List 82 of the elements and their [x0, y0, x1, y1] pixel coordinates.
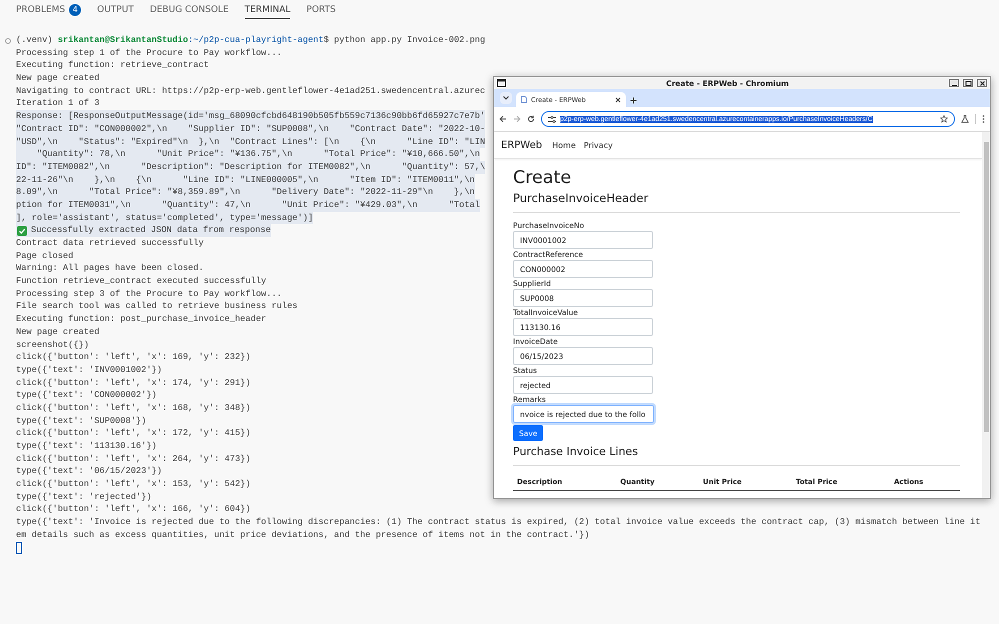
plus-icon: [630, 97, 637, 104]
terminal-line: click({'button': 'left', 'x': 153, 'y': 542}): [16, 478, 251, 491]
terminal-line: type({'text': 'Invoice is rejected due to the following discrepancies: (1) The contract status is expired, (2) total invoice value exceeds the contract cap, (3) mismatch between line it: [16, 516, 980, 529]
nav-link[interactable]: Privacy: [584, 140, 613, 150]
terminal-line: "Contract ID": "CON000002",\n "Supplier ID": "SUP0008",\n "Contract Date": "2022-10-: [16, 122, 486, 136]
text-cursor: [16, 542, 22, 554]
terminal-line: click({'button': 'left', 'x': 264, 'y': 473}): [16, 452, 251, 466]
panel-tab[interactable]: PORTS: [306, 4, 336, 19]
terminal-line: click({'button': 'left', 'x': 172, 'y': 415}): [16, 427, 251, 440]
panel-tab[interactable]: DEBUG CONSOLE: [150, 4, 229, 19]
close-button[interactable]: [977, 79, 987, 87]
command-text: $ python app.py Invoice-002.png: [324, 34, 486, 47]
terminal-line: type({'text': '113130.16'}): [16, 440, 157, 453]
terminal-line: 8.09",\n "Total Price": "¥8,359.89",\n "Delivery Date": "2022-11-29"\n },\n: [16, 186, 475, 199]
terminal-line: New page created: [16, 326, 100, 339]
terminal-line: Function retrieve_contract executed successfully: [16, 275, 266, 288]
terminal-line: Executing function: retrieve_contract: [16, 59, 209, 72]
maximize-icon: [964, 80, 972, 86]
terminal-line: type({'text': '06/15/2023'}): [16, 465, 162, 478]
terminal-line: "USD",\n "Status": "Expired"\n },\n "Contract Lines": [\n {\n "Line ID": "LIN: [16, 136, 486, 148]
reload-button[interactable]: [527, 115, 535, 123]
terminal-line: em details such as excess quantities, unit price deviations, and the presence of items not in the contract.'}): [16, 528, 590, 542]
terminal-line: ID": "ITEM0082",\n "Description": "Description for ITEM0082",\n "Quantity": 57,\: [16, 160, 486, 174]
terminal-line: Contract data retrieved successfully: [16, 237, 204, 250]
terminal-line: click({'button': 'left', 'x': 174, 'y': 291}): [16, 376, 251, 390]
terminal-line: Iteration 1 of 3: [16, 97, 100, 110]
back-button[interactable]: [499, 115, 507, 123]
terminal-line: "Quantity": 78,\n "Unit Price": "¥136.75",\n "Total Price": "¥10,666.50",\n: [36, 148, 480, 161]
page-icon: [521, 96, 527, 103]
caret-icon: [503, 96, 509, 100]
panel-tab[interactable]: TERMINAL: [244, 4, 290, 19]
terminal-line: Successfully extracted JSON data from response: [31, 224, 271, 238]
check-icon: [17, 226, 27, 236]
menu-button[interactable]: [982, 115, 985, 123]
terminal-line: ], role='assistant', status='completed', type='message')]: [16, 212, 314, 224]
new-tab-button[interactable]: [630, 97, 637, 104]
star-icon[interactable]: [940, 115, 948, 123]
close-icon[interactable]: [615, 96, 621, 102]
forward-icon: [513, 115, 521, 123]
tab-list-button[interactable]: [500, 92, 512, 104]
section-heading: Purchase Invoice Lines: [513, 445, 639, 459]
terminal-line: click({'button': 'left', 'x': 166, 'y': 604}): [16, 503, 251, 516]
terminal-line: File search tool was called to retrieve business rules: [16, 300, 298, 314]
terminal-line: Processing step 3 of the Procure to Pay workflow...: [16, 288, 282, 300]
terminal-line: click({'button': 'left', 'x': 168, 'y': 348}): [16, 402, 251, 415]
terminal-line: Executing function: post_purchase_invoice_header: [16, 313, 266, 326]
brand-link[interactable]: ERPWeb: [501, 140, 542, 150]
minimize-button[interactable]: [949, 79, 959, 87]
terminal-line: Navigating to contract URL: https://p2p-erp-web.gentleflower-4e1ad251.swedencentral.azurec: [16, 84, 486, 98]
form-heading: PurchaseInvoiceHeader: [513, 191, 650, 206]
terminal-line: ption for ITEM0031",\n "Quantity": 47,\n "Unit Price": "¥429.03",\n "Total: [16, 198, 480, 212]
page-heading: Create: [513, 167, 572, 189]
terminal-line: 22-11-26"\n },\n {\n "Line ID": "LINE000005",\n "Item ID": "ITEM0011",\n: [16, 174, 475, 186]
count-badge: 4: [69, 4, 82, 16]
prompt-path: :~/p2p-cua-playright-agent: [188, 34, 324, 47]
scrollbar[interactable]: [982, 132, 990, 498]
terminal-line: Warning: All pages have been closed.: [16, 262, 204, 276]
prompt-user: srikantan@SrikantanStudio: [58, 34, 188, 47]
panel-tab[interactable]: OUTPUT: [97, 4, 134, 19]
terminal-line: Processing step 1 of the Procure to Pay workflow...: [16, 46, 282, 60]
flask-icon-icon: [961, 115, 969, 123]
terminal-line: Page closed: [16, 250, 74, 262]
sliders-icon: [548, 116, 556, 122]
terminal-line: screenshot({}): [16, 338, 89, 352]
terminal-line: Response: [ResponseOutputMessage(id='msg_68090cfcbd648190b505fb559c7136c90bb6fd65927c7e7b': [16, 110, 486, 123]
back-icon: [499, 115, 507, 123]
reload-icon: [527, 115, 535, 123]
terminal-line: click({'button': 'left', 'x': 169, 'y': 232}): [16, 351, 251, 364]
menu-icon: [982, 115, 985, 123]
terminal-line: New page created: [16, 72, 100, 85]
status-circle-icon: [5, 38, 11, 44]
panel-tab[interactable]: PROBLEMS 4: [16, 4, 82, 19]
nav-link[interactable]: Home: [552, 140, 576, 150]
terminal-line: type({'text': 'rejected'}): [16, 490, 152, 504]
window-icon: [497, 79, 506, 87]
maximize-button[interactable]: [963, 79, 973, 87]
terminal-line: type({'text': 'INV0001002'}): [16, 364, 162, 377]
terminal-line: type({'text': 'SUP0008'}): [16, 414, 146, 428]
close-icon: [978, 80, 986, 86]
terminal-line: type({'text': 'CON000002'}): [16, 389, 157, 402]
flask-icon-button[interactable]: [961, 115, 969, 123]
venv-label: (.venv): [16, 34, 52, 47]
